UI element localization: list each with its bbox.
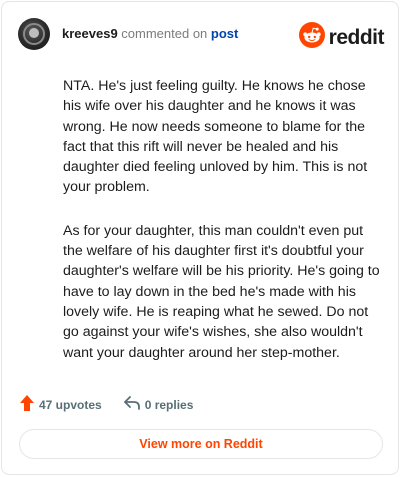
comment-paragraph: NTA. He's just feeling guilty. He knows … [63, 78, 368, 196]
avatar-center [29, 28, 39, 38]
reddit-logo[interactable]: reddit [298, 22, 385, 53]
reply-count: 0 replies [144, 397, 194, 412]
view-more-button[interactable]: View more on Reddit [19, 429, 383, 459]
embedded-comment-card: kreeves9 commented on post reddit NTA. H… [1, 1, 399, 475]
comment-meta: kreeves9 commented on post [62, 26, 238, 42]
upvote-arrow-icon [20, 395, 39, 414]
upvote-button[interactable]: 47 upvotes [20, 395, 102, 414]
post-link[interactable]: post [211, 26, 238, 41]
reply-button[interactable]: 0 replies [123, 396, 194, 413]
reddit-wordmark: reddit [328, 25, 385, 49]
reddit-snoo-icon [298, 22, 325, 53]
upvote-count: 47 upvotes [39, 397, 102, 412]
comment-header: kreeves9 commented on post [18, 18, 238, 50]
comment-body: NTA. He's just feeling guilty. He knows … [63, 76, 381, 386]
reply-arrow-icon [123, 396, 145, 413]
action-text: commented on [121, 26, 208, 41]
comment-paragraph: As for your daughter, this man couldn't … [63, 222, 380, 361]
comment-actions: 47 upvotes 0 replies [20, 395, 193, 414]
username-link[interactable]: kreeves9 [62, 26, 118, 41]
avatar[interactable] [18, 18, 50, 50]
